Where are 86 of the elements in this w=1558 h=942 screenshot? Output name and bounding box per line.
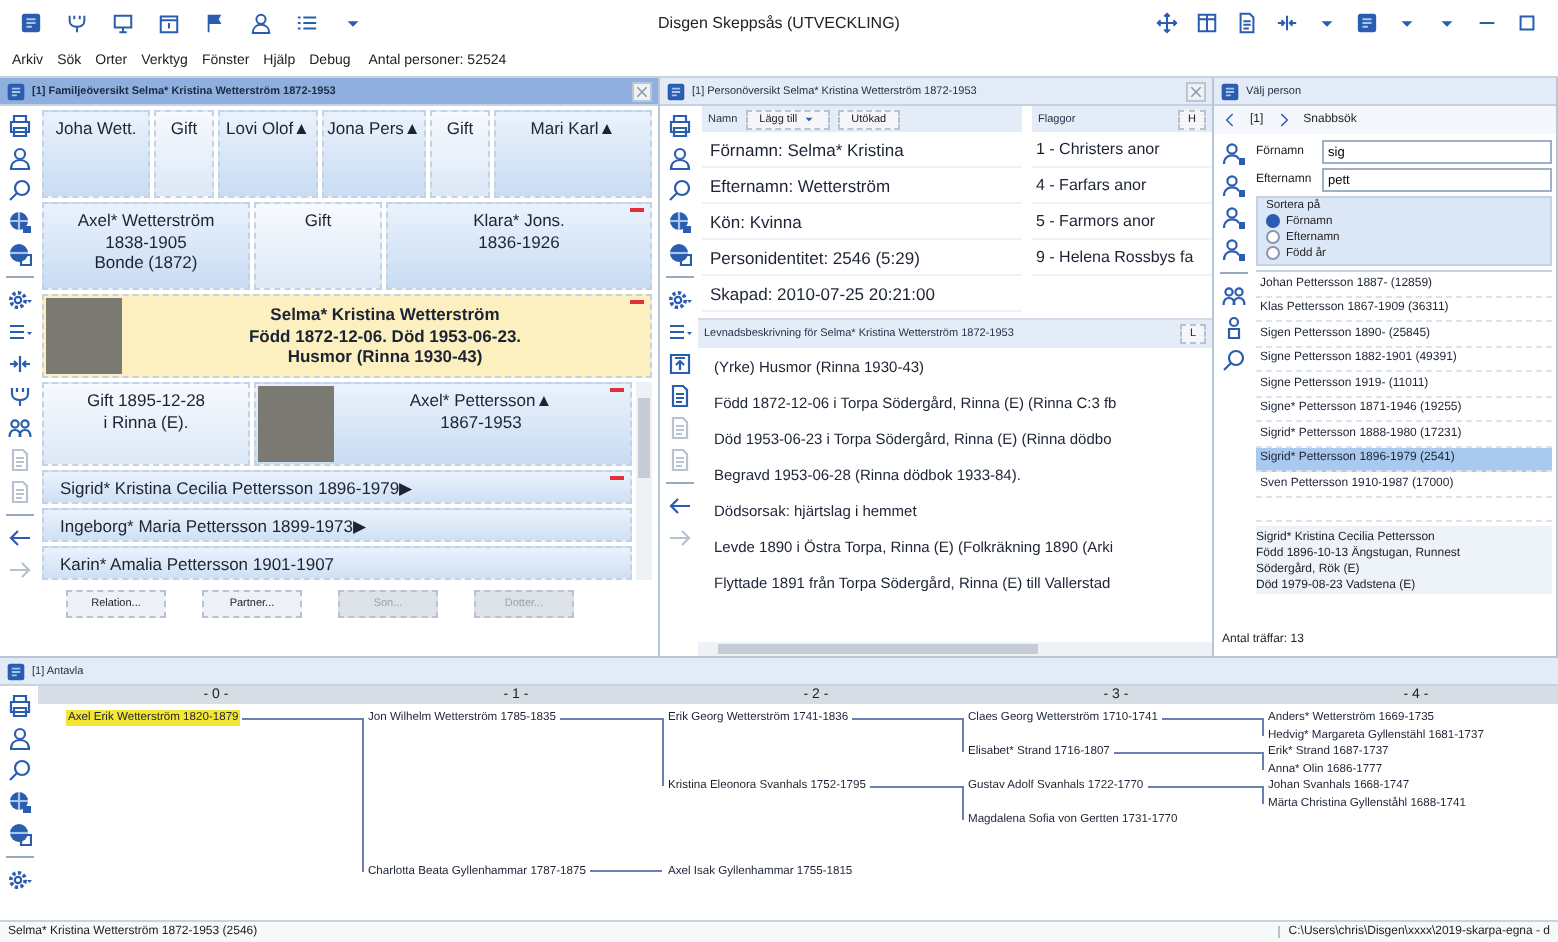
person-box[interactable]: Axel* Pettersson▲ 1867-1953 <box>254 382 632 466</box>
person-icon[interactable] <box>7 726 31 750</box>
app-icon[interactable] <box>666 81 686 101</box>
split-icon[interactable] <box>1276 11 1298 33</box>
calendar-icon[interactable] <box>158 11 180 33</box>
settings-icon[interactable] <box>7 288 31 312</box>
globe-window-icon[interactable] <box>7 822 31 846</box>
fork-icon[interactable] <box>7 384 31 408</box>
name-row[interactable]: Personidentitet: 2546 (5:29) <box>702 240 1022 276</box>
person-box[interactable]: Klara* Jons. 1836-1926 <box>386 202 652 290</box>
person-box[interactable]: Mari Karl▲ <box>494 110 652 198</box>
people-icon[interactable] <box>1221 284 1245 308</box>
menu-icon[interactable] <box>7 320 31 344</box>
document-icon[interactable] <box>667 384 691 408</box>
person-box[interactable]: Lovi Olof▲ <box>218 110 318 198</box>
marriage-box[interactable]: Gift <box>254 202 382 290</box>
name-row[interactable]: Efternamn: Wetterström <box>702 168 1022 204</box>
person-box[interactable]: Joha Wett. <box>42 110 150 198</box>
printer-icon[interactable] <box>7 694 31 718</box>
list-icon[interactable] <box>296 11 318 33</box>
globe-icon[interactable] <box>7 210 31 234</box>
arrow-left-icon[interactable] <box>667 494 691 518</box>
window-title: Disgen Skeppsås (UTVECKLING) <box>658 13 900 31</box>
printer-icon[interactable] <box>667 114 691 138</box>
document-icon[interactable] <box>1236 11 1258 33</box>
move-icon[interactable] <box>1156 11 1178 33</box>
globe-icon[interactable] <box>667 210 691 234</box>
person-tag-icon[interactable] <box>1221 142 1245 166</box>
marriage-box[interactable]: Gift <box>154 110 214 198</box>
app-icon[interactable] <box>6 81 26 101</box>
person-tag-icon[interactable] <box>1221 238 1245 262</box>
app-icon[interactable] <box>6 661 26 681</box>
settings-icon[interactable] <box>667 288 691 312</box>
child-row[interactable]: Sigrid* Kristina Cecilia Pettersson 1896-1979▶ <box>42 470 632 504</box>
upload-icon[interactable] <box>667 352 691 376</box>
search-icon[interactable] <box>667 178 691 202</box>
globe-window-icon[interactable] <box>667 242 691 266</box>
person-tag-icon[interactable] <box>1221 206 1245 230</box>
maximize-icon[interactable] <box>1516 11 1538 33</box>
app-icon[interactable] <box>1220 81 1240 101</box>
split-icon[interactable] <box>7 352 31 376</box>
search-icon[interactable] <box>7 758 31 782</box>
app-icon[interactable] <box>1356 11 1378 33</box>
flag-row[interactable]: 1 - Christers anor <box>1032 132 1212 168</box>
scrollbar[interactable] <box>636 382 652 580</box>
printer-icon[interactable] <box>7 114 31 138</box>
person-icon[interactable] <box>250 11 272 33</box>
app-icon[interactable] <box>20 11 42 33</box>
search-icon[interactable] <box>1221 348 1245 372</box>
people-icon[interactable] <box>7 416 31 440</box>
photo-placeholder <box>46 298 122 374</box>
radio-button[interactable] <box>1266 214 1280 228</box>
flag-icon[interactable] <box>204 11 226 33</box>
child-row[interactable]: Karin* Amalia Pettersson 1901-1907 <box>42 546 632 580</box>
flag-row[interactable]: 4 - Farfars anor <box>1032 168 1212 204</box>
person-icon[interactable] <box>667 146 691 170</box>
fork-icon[interactable] <box>66 11 88 33</box>
globe-window-icon[interactable] <box>7 242 31 266</box>
marriage-box[interactable]: Gift 1895-12-28 i Rinna (E). <box>42 382 250 466</box>
person-box[interactable]: Axel* Wetterström 1838-1905 Bonde (1872) <box>42 202 250 290</box>
marriage-box[interactable]: Gift <box>430 110 490 198</box>
photo-placeholder <box>258 386 334 462</box>
child-row[interactable]: Ingeborg* Maria Pettersson 1899-1973▶ <box>42 508 632 542</box>
person-icon[interactable] <box>7 146 31 170</box>
scrollbar[interactable] <box>698 642 1212 656</box>
name-row[interactable]: Förnamn: Selma* Kristina <box>702 132 1022 168</box>
menu-icon[interactable] <box>667 320 691 344</box>
arrow-left-icon[interactable] <box>7 526 31 550</box>
person-tag-icon[interactable] <box>1221 174 1245 198</box>
selected-person-card[interactable]: Selma* Kristina Wetterström Född 1872-12-06. Död 1953-06-23. Husmor (Rinna 1930-43) <box>42 294 652 378</box>
name-row[interactable]: Kön: Kvinna <box>702 204 1022 240</box>
flag-row[interactable]: 9 - Helena Rossbys fa <box>1032 240 1212 276</box>
connector-line <box>589 870 662 872</box>
settings-icon[interactable] <box>7 868 31 892</box>
radio-button[interactable] <box>1266 230 1280 244</box>
radio-button[interactable] <box>1266 246 1280 260</box>
layout-icon[interactable] <box>1196 11 1218 33</box>
monitor-icon[interactable] <box>112 11 134 33</box>
caret-icon[interactable] <box>801 112 816 126</box>
chevron-left-icon[interactable] <box>1222 112 1238 128</box>
search-icon[interactable] <box>7 178 31 202</box>
chevron-right-icon[interactable] <box>1275 112 1292 128</box>
flag-row[interactable]: 5 - Farmors anor <box>1032 204 1212 240</box>
name-row[interactable]: Skapad: 2010-07-25 20:21:00 <box>702 276 1022 312</box>
globe-icon[interactable] <box>7 790 31 814</box>
person-box[interactable]: Jona Pers▲ <box>322 110 426 198</box>
